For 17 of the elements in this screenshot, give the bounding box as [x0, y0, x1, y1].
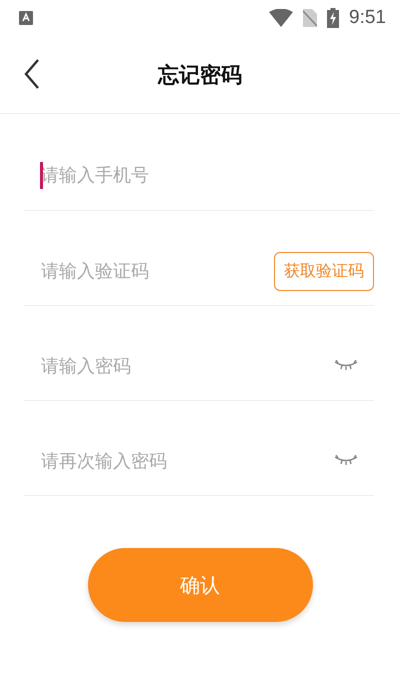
battery-charging-icon: [327, 8, 340, 28]
closed-eye-icon: [334, 360, 358, 372]
page-title: 忘记密码: [158, 62, 242, 88]
closed-eye-icon: [334, 455, 358, 467]
back-button[interactable]: [24, 59, 40, 89]
get-code-button[interactable]: 获取验证码: [274, 252, 374, 290]
clock-time: 9:51: [349, 7, 386, 29]
input-field[interactable]: 请输入密码: [24, 356, 334, 376]
password-toggle[interactable]: [334, 455, 358, 467]
input-field[interactable]: 请再次输入密码: [24, 450, 334, 472]
password-toggle[interactable]: [334, 360, 358, 372]
keyboard-notification-icon: [19, 11, 33, 25]
input-field[interactable]: 请输入验证码: [24, 260, 274, 282]
confirm-button[interactable]: 确认: [88, 548, 312, 622]
no-sim-icon: [303, 9, 318, 27]
wifi-icon: [269, 9, 294, 27]
input-field[interactable]: 请输入手机号: [24, 165, 374, 186]
